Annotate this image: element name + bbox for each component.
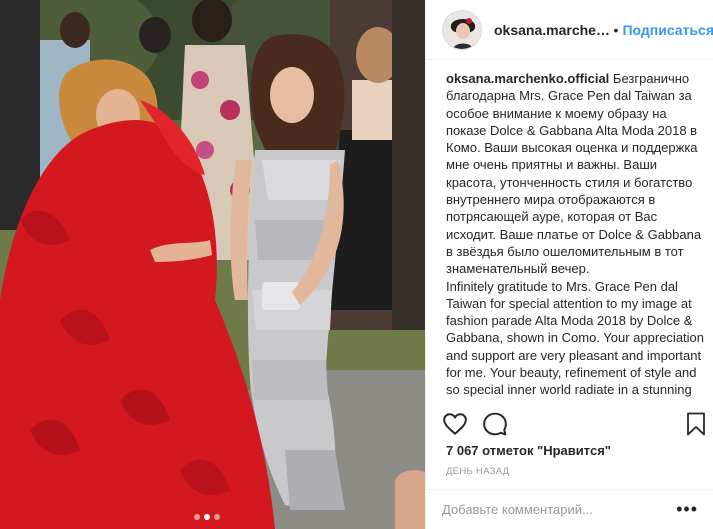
carousel-dot (214, 514, 220, 520)
comment-form: ••• (426, 489, 713, 529)
bookmark-icon[interactable] (686, 412, 706, 436)
post-side-panel: oksana.marchenko.... • Подписаться oksan… (425, 0, 713, 529)
post-caption: oksana.marchenko.official Безгранично бл… (446, 70, 708, 400)
post-timestamp[interactable]: день назад (446, 466, 509, 477)
caption-username[interactable]: oksana.marchenko.official (446, 71, 609, 86)
post-photo[interactable] (0, 0, 425, 529)
caption-text-en: Infinitely gratitude to Mrs. Grace Pen d… (446, 278, 705, 400)
carousel-dot-active (204, 514, 210, 520)
follow-button[interactable]: Подписаться (622, 22, 713, 38)
more-options-icon[interactable]: ••• (676, 499, 698, 520)
comment-input[interactable] (442, 502, 677, 517)
heart-icon[interactable] (442, 411, 468, 437)
post-author-username[interactable]: oksana.marchenko.... (494, 22, 612, 38)
avatar-image (443, 10, 481, 49)
post-image (0, 0, 425, 529)
caption-text-ru: Безгранично благодарна Mrs. Grace Pen da… (446, 71, 702, 277)
carousel-dot (194, 514, 200, 520)
header-separator: • (613, 21, 619, 38)
post-header: oksana.marchenko.... • Подписаться (426, 0, 713, 60)
likes-count[interactable]: 7 067 отметок "Нравится" (446, 443, 611, 458)
avatar[interactable] (442, 9, 482, 50)
comment-icon[interactable] (482, 411, 508, 437)
carousel-dots (194, 514, 220, 520)
post-actions (442, 410, 706, 438)
